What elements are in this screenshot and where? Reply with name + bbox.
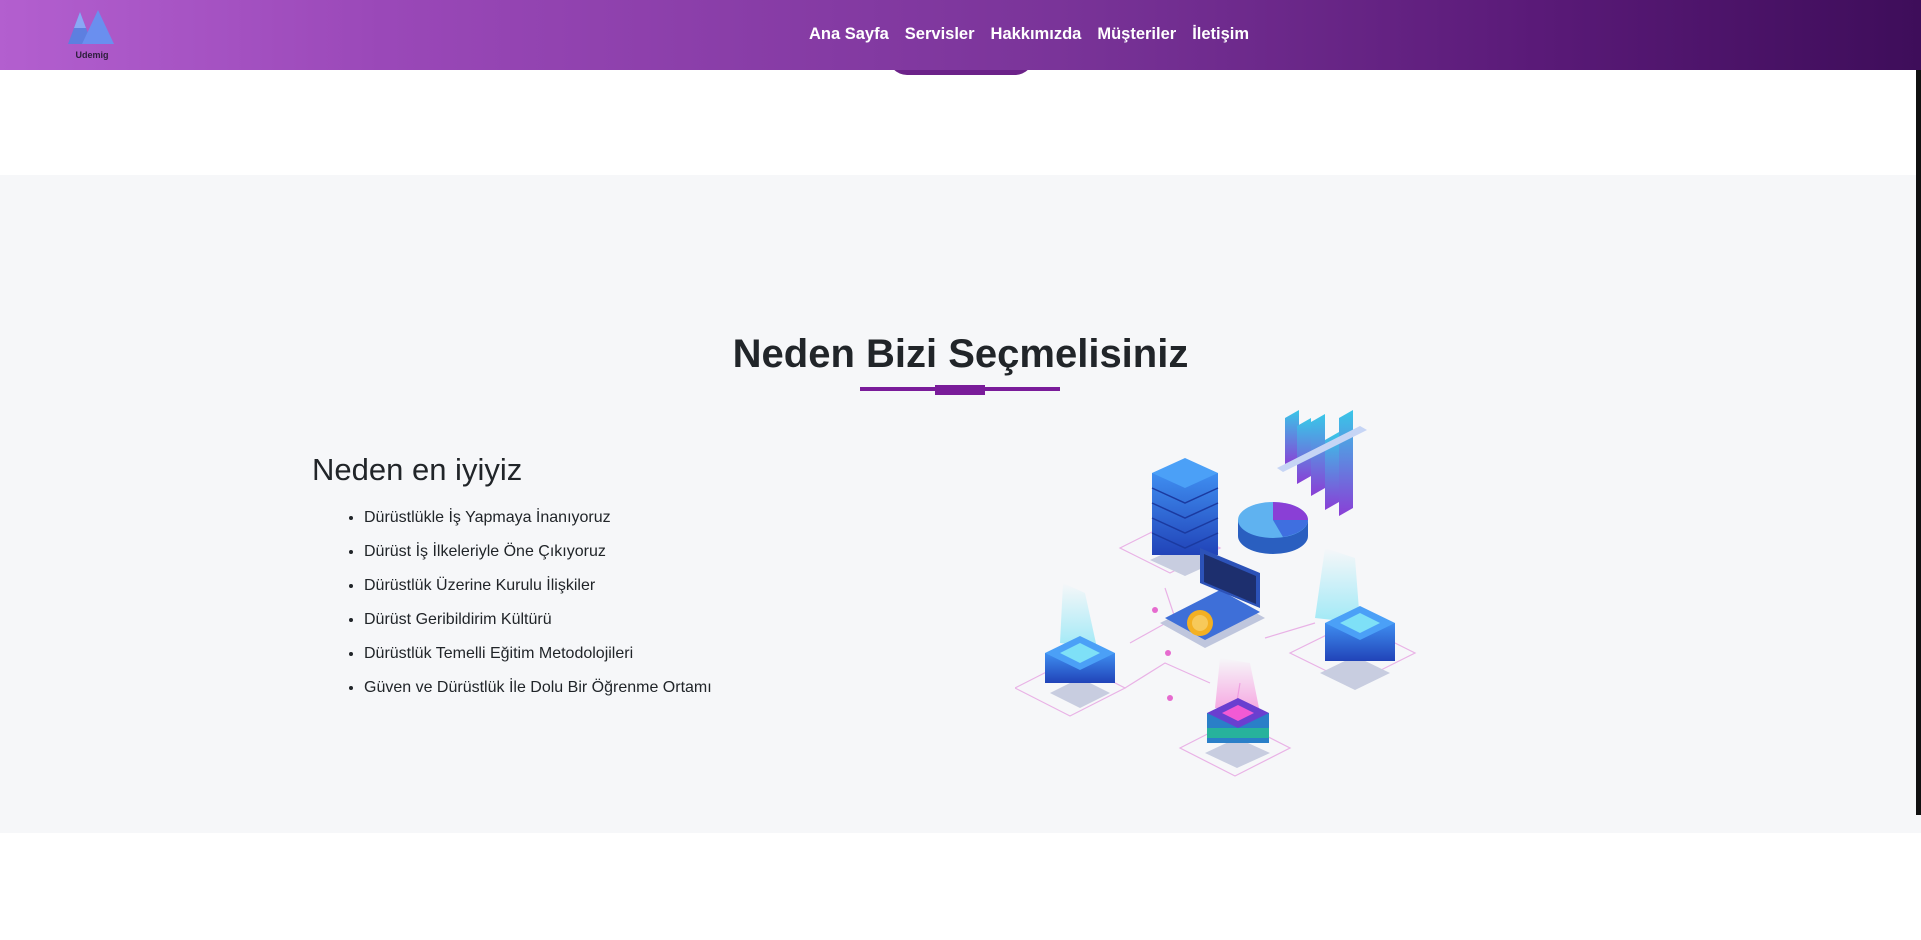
server-node-left bbox=[1045, 583, 1115, 708]
nav-link-customers[interactable]: Müşteriler bbox=[1097, 25, 1176, 44]
section-title: Neden Bizi Seçmelisiniz bbox=[732, 332, 1189, 376]
feature-item: Dürüst İş İlkeleriyle Öne Çıkıyoruz bbox=[364, 542, 712, 561]
section-subheading: Neden en iyiyiz bbox=[312, 452, 523, 487]
bar-chart-icon bbox=[1277, 410, 1367, 516]
nav-link-home[interactable]: Ana Sayfa bbox=[809, 25, 889, 44]
main-nav: Ana Sayfa Servisler Hakkımızda Müşterile… bbox=[809, 25, 1249, 44]
brand-name: Udemig bbox=[75, 50, 109, 60]
nav-link-services[interactable]: Servisler bbox=[905, 25, 975, 44]
server-node-bottom bbox=[1205, 658, 1270, 768]
feature-item: Güven ve Dürüstlük İle Dolu Bir Öğrenme … bbox=[364, 678, 712, 697]
feature-item: Dürüst Geribildirim Kültürü bbox=[364, 610, 712, 629]
pie-chart-icon bbox=[1238, 502, 1308, 554]
top-navbar: Udemig Ana Sayfa Servisler Hakkımızda Mü… bbox=[0, 0, 1921, 70]
isometric-data-illustration bbox=[1015, 410, 1417, 777]
feature-item: Dürüstlük Temelli Eğitim Metodolojileri bbox=[364, 644, 712, 663]
nav-link-contact[interactable]: İletişim bbox=[1192, 25, 1249, 44]
page-scrollbar[interactable] bbox=[1916, 70, 1921, 815]
nav-link-about[interactable]: Hakkımızda bbox=[991, 25, 1082, 44]
logo-mountain-icon bbox=[68, 10, 114, 44]
features-list: Dürüstlükle İş Yapmaya İnanıyoruz Dürüst… bbox=[364, 508, 712, 712]
title-underline-accent bbox=[935, 385, 985, 395]
feature-item: Dürüstlük Üzerine Kurulu İlişkiler bbox=[364, 576, 712, 595]
brand-logo[interactable]: Udemig bbox=[66, 8, 118, 60]
why-us-section bbox=[0, 175, 1921, 833]
feature-item: Dürüstlükle İş Yapmaya İnanıyoruz bbox=[364, 508, 712, 527]
